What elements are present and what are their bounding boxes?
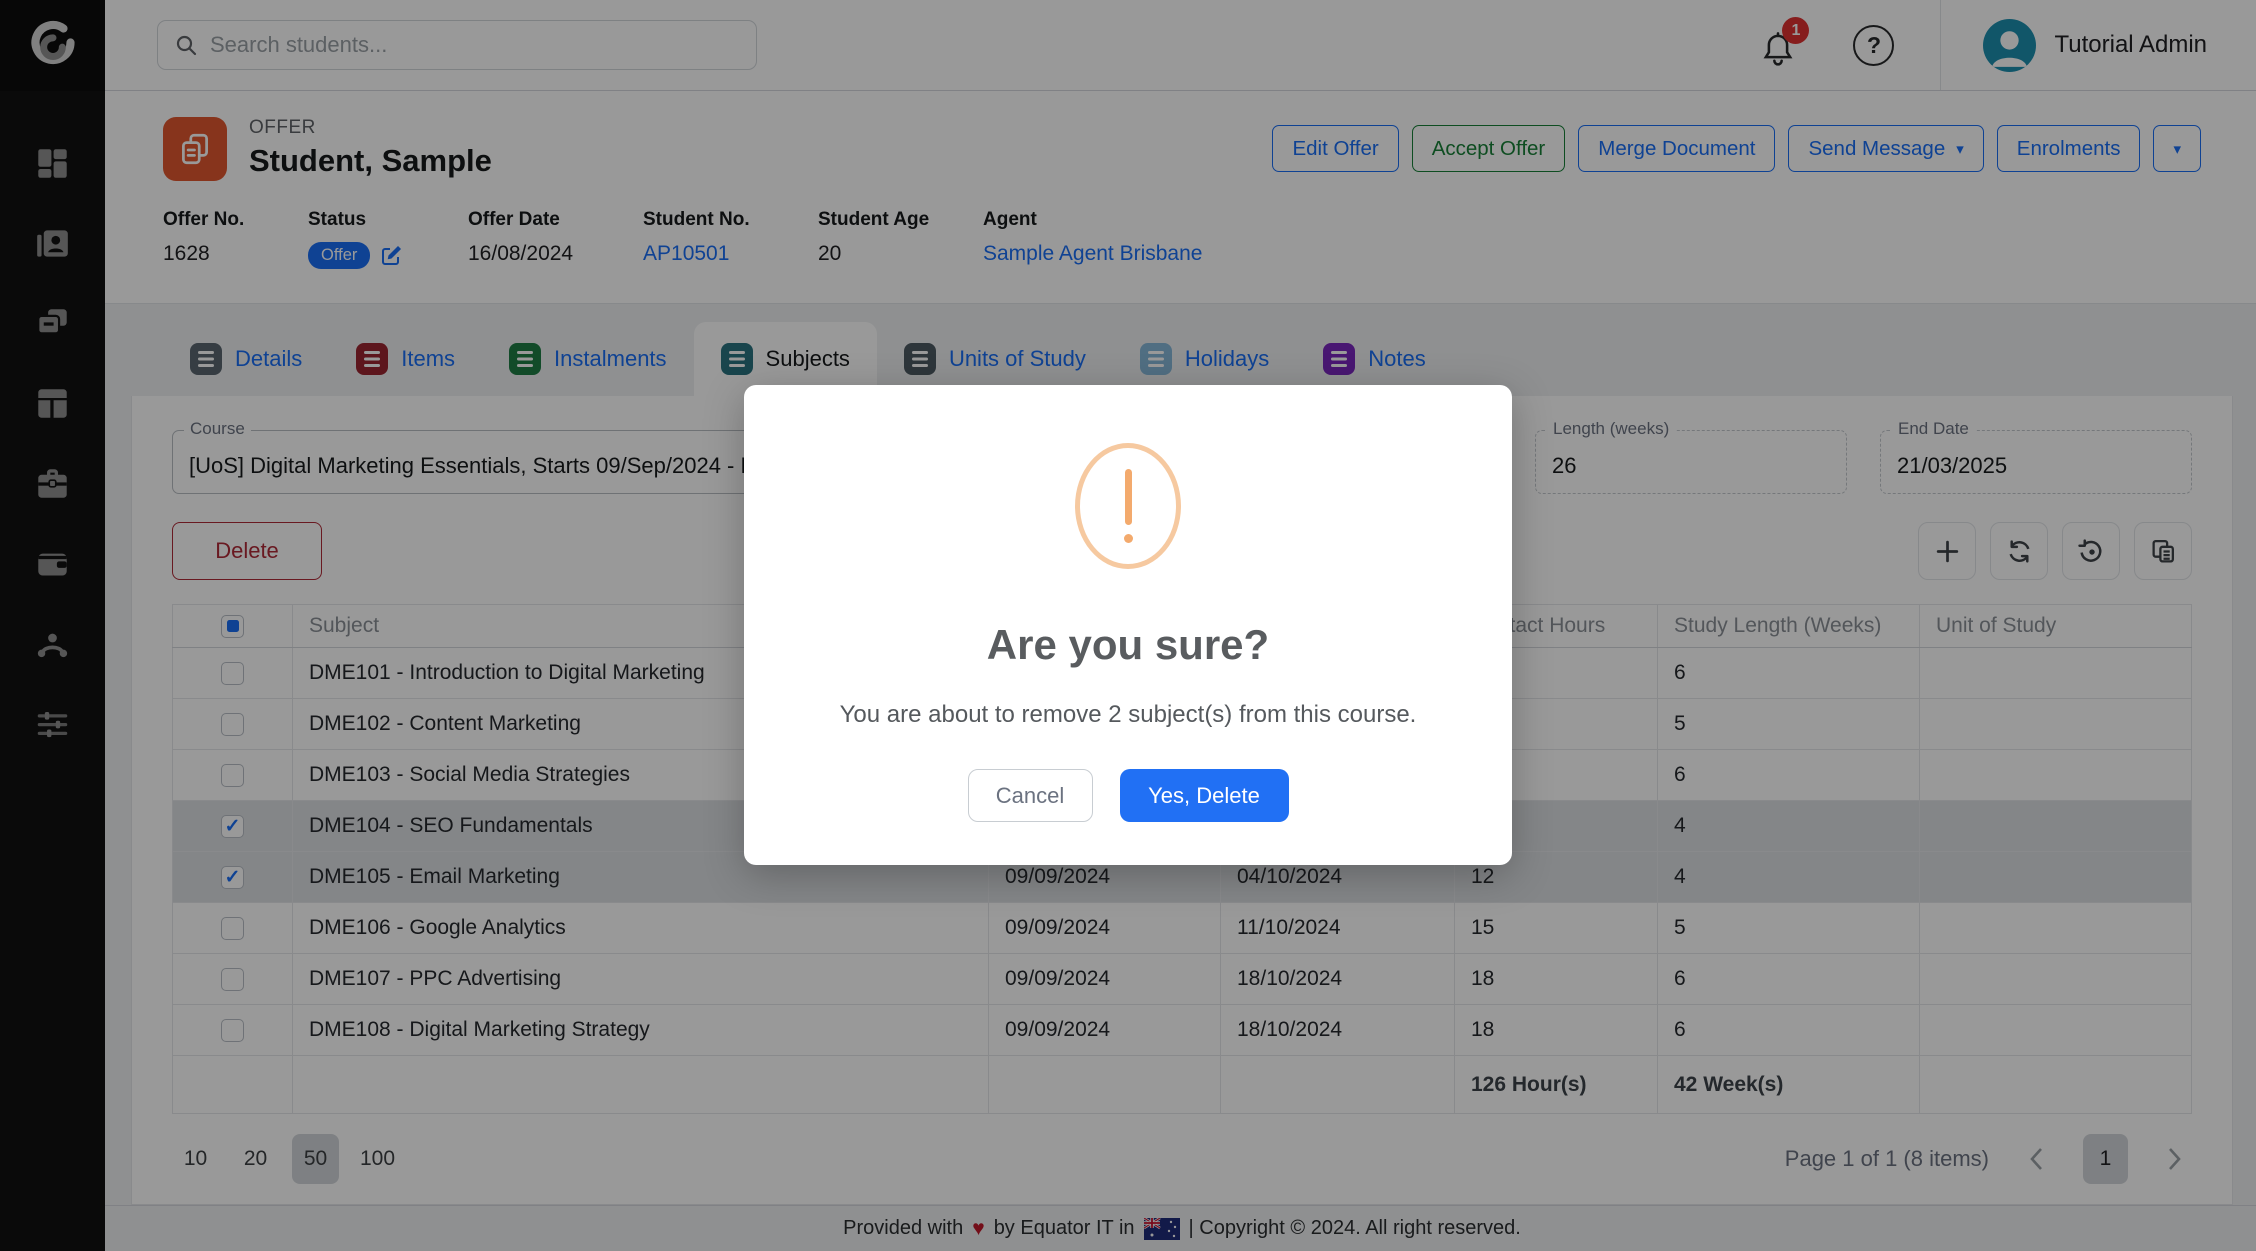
- confirm-delete-dialog: Are you sure? You are about to remove 2 …: [744, 385, 1512, 865]
- confirm-delete-button[interactable]: Yes, Delete: [1120, 769, 1289, 822]
- dialog-title: Are you sure?: [987, 621, 1269, 669]
- cancel-button[interactable]: Cancel: [968, 769, 1093, 822]
- warning-icon: [1075, 443, 1181, 569]
- dialog-message: You are about to remove 2 subject(s) fro…: [840, 701, 1417, 729]
